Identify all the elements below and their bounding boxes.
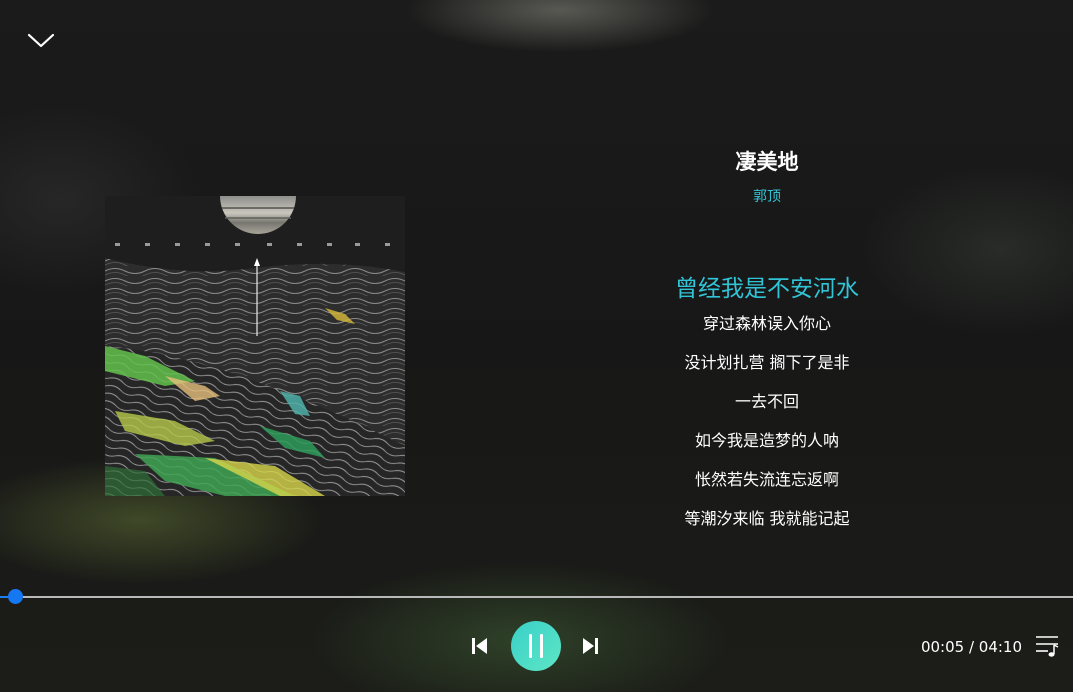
lyric-line[interactable]: 等潮汐来临 我就能记起 <box>560 509 974 529</box>
album-cover <box>105 196 405 496</box>
progress-handle[interactable] <box>8 589 24 604</box>
lyric-line-active[interactable]: 曾经我是不安河水 <box>560 272 974 306</box>
music-player: 凄美地 郭顶 曾经我是不安河水 穿过森林误入你心 没计划扎营 搁下了是非 一去不… <box>0 0 1073 692</box>
song-info: 凄美地 郭顶 <box>560 145 974 207</box>
previous-track-button[interactable] <box>470 636 490 656</box>
album-art <box>105 196 405 496</box>
skip-previous-icon <box>472 638 487 654</box>
playlist-icon <box>1036 636 1059 657</box>
lyric-line[interactable]: 怅然若失流连忘返啊 <box>560 470 974 490</box>
lyric-line[interactable]: 穿过森林误入你心 <box>560 314 974 334</box>
play-pause-button[interactable] <box>511 621 561 671</box>
skip-next-icon <box>583 638 598 654</box>
time-display: 00:05 / 04:10 <box>920 638 1022 656</box>
playlist-button[interactable] <box>1034 634 1060 658</box>
collapse-button[interactable] <box>26 28 56 52</box>
lyric-line[interactable]: 如今我是造梦的人呐 <box>560 431 974 451</box>
next-track-button[interactable] <box>580 636 600 656</box>
lyric-line[interactable]: 没计划扎营 搁下了是非 <box>560 353 974 373</box>
progress-bar[interactable] <box>0 589 1073 604</box>
lyric-line[interactable]: 一去不回 <box>560 392 974 412</box>
chevron-down-icon <box>27 33 55 48</box>
song-artist[interactable]: 郭顶 <box>560 187 974 207</box>
song-title: 凄美地 <box>735 150 799 174</box>
lyrics-list: 曾经我是不安河水 穿过森林误入你心 没计划扎营 搁下了是非 一去不回 如今我是造… <box>560 272 974 548</box>
